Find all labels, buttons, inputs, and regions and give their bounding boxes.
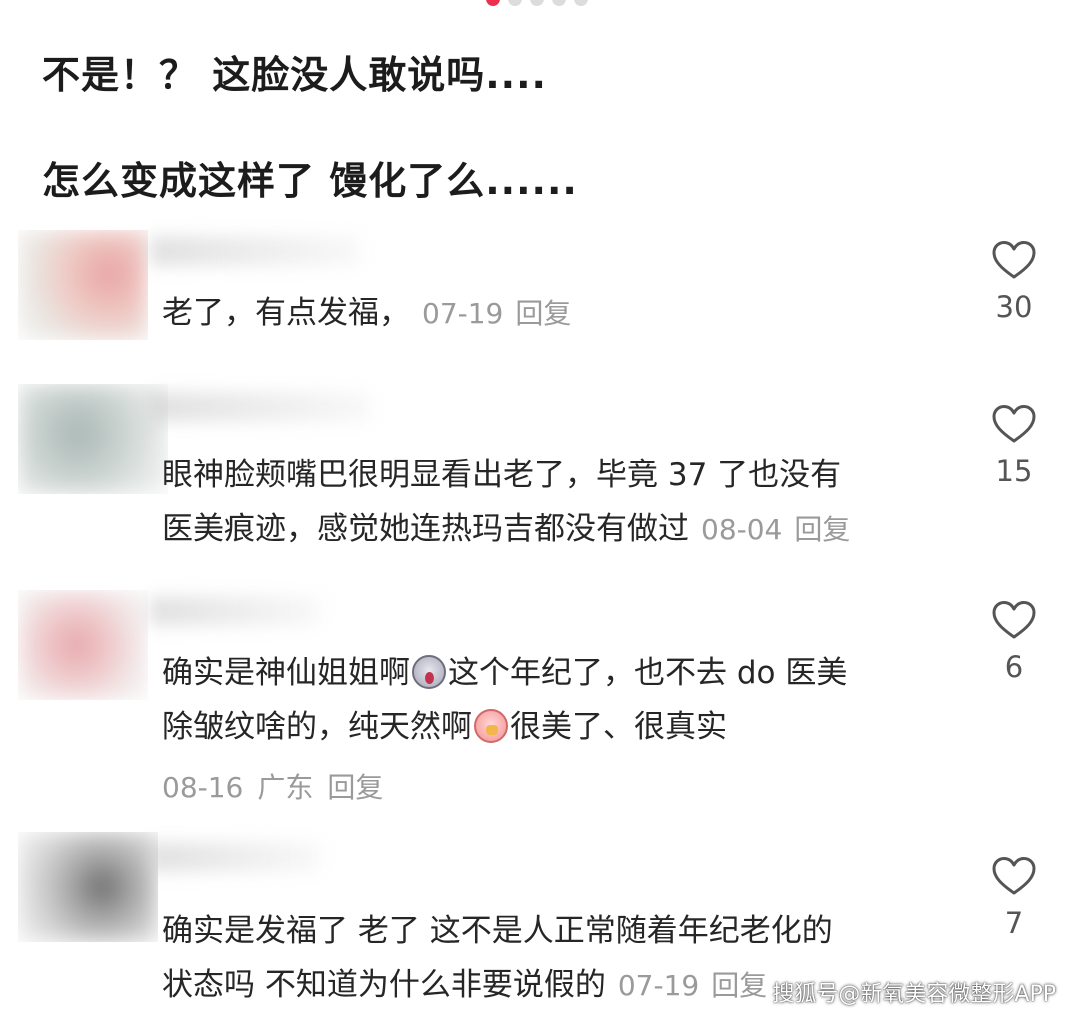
scream-emoji-icon [412,655,446,689]
comment-location: 广东 [257,771,314,804]
post-title-line1: 不是！？ 这脸没人敢说吗.... [42,53,547,97]
like-button[interactable]: 15 [988,404,1040,488]
like-button[interactable]: 30 [988,240,1040,324]
like-button[interactable]: 6 [988,600,1040,684]
heart-icon [992,857,1036,895]
pagination-dot-active[interactable] [486,0,500,6]
reply-button[interactable]: 回复 [515,297,571,330]
pagination-dot[interactable] [508,0,522,6]
comment-screenshot: 不是！？ 这脸没人敢说吗.... 怎么变成这样了 馒化了么...... 老了，有… [0,0,1080,1018]
comment-text[interactable]: 眼神脸颊嘴巴很明显看出老了，毕竟 37 了也没有 医美痕迹，感觉她连热玛吉都没有… [162,448,952,557]
comment-date: 08-16 [162,771,244,804]
peach-emoji-icon [474,709,508,743]
like-count: 15 [995,454,1033,488]
pagination-dot[interactable] [552,0,566,6]
pagination-dots [486,0,588,6]
comment-body-line2: 状态吗 不知道为什么非要说假的 [162,967,606,1003]
pagination-dot[interactable] [530,0,544,6]
reply-button[interactable]: 回复 [327,771,383,804]
comment-date: 08-04 [701,513,783,546]
comment-body-line1: 眼神脸颊嘴巴很明显看出老了，毕竟 37 了也没有 [162,457,842,493]
username-blurred[interactable] [150,392,370,422]
comment-body-line2: 医美痕迹，感觉她连热玛吉都没有做过 [162,511,689,547]
comment-body-line2a: 除皱纹啥的，纯天然啊 [162,709,472,745]
pagination-dot[interactable] [574,0,588,6]
heart-icon [992,241,1036,279]
comment-text[interactable]: 确实是神仙姐姐啊 这个年纪了，也不去 do 医美 除皱纹啥的，纯天然啊 很美了、很真… [162,646,952,754]
comment-date: 07-19 [617,969,700,1002]
avatar[interactable] [18,230,148,340]
comment-body-line1b: 这个年纪了，也不去 do 医美 [448,655,848,691]
comment-body-line1: 确实是发福了 老了 这不是人正常随着年纪老化的 [162,913,833,949]
comment-body-line2b: 很美了、很真实 [510,709,727,745]
heart-icon [992,405,1036,443]
avatar[interactable] [18,384,168,494]
username-blurred[interactable] [150,842,320,872]
username-blurred[interactable] [150,596,320,626]
like-count: 30 [995,290,1033,324]
comment-text[interactable]: 老了，有点发福， 07-19 回复 [162,286,952,341]
username-blurred[interactable] [150,236,360,266]
post-title-line2: 怎么变成这样了 馒化了么...... [42,159,578,203]
like-count: 7 [1004,906,1024,940]
like-count: 6 [1004,650,1024,684]
heart-icon [992,601,1036,639]
reply-button[interactable]: 回复 [711,969,767,1002]
avatar[interactable] [18,590,148,700]
comment-meta: 08-16 广东 回复 [162,766,397,806]
reply-button[interactable]: 回复 [794,513,850,546]
avatar[interactable] [18,832,158,942]
comment-body-line1a: 确实是神仙姐姐啊 [162,655,410,691]
comment-date: 07-19 [422,297,504,330]
watermark: 搜狐号@新氧美容微整形APP [772,982,1056,1007]
comment-body: 老了，有点发福， [162,295,410,331]
like-button[interactable]: 7 [988,856,1040,940]
